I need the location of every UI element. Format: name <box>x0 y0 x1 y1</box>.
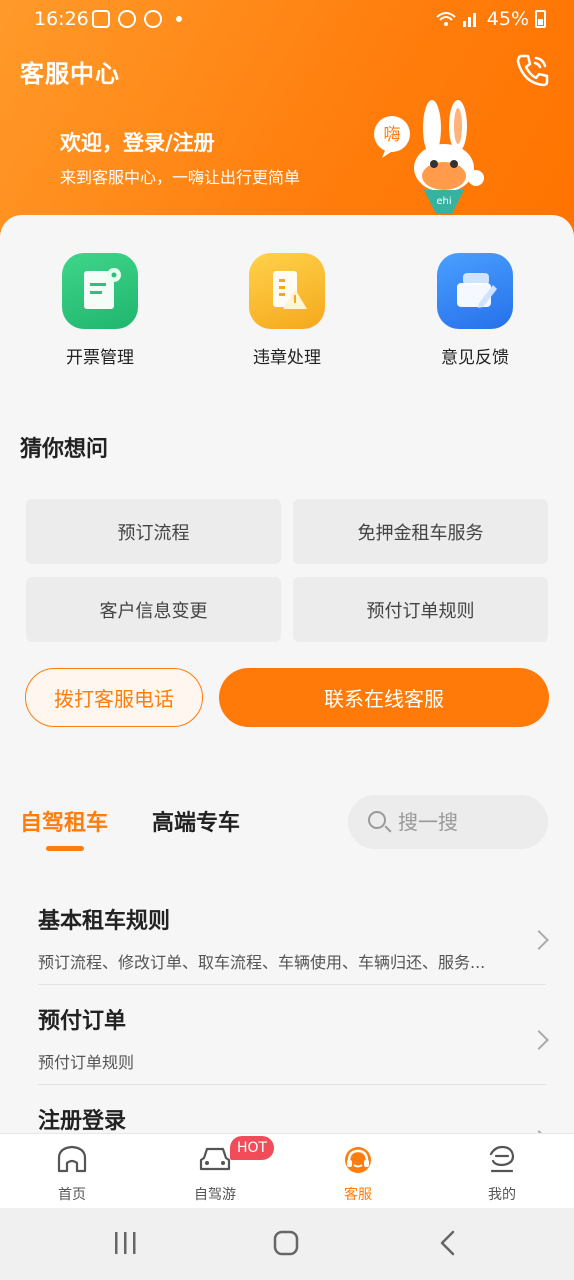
online-service-button[interactable]: 联系在线客服 <box>219 668 549 727</box>
tab-self-drive[interactable]: 自驾租车 <box>20 805 108 837</box>
question-card[interactable]: 预付订单规则 <box>293 577 548 642</box>
divider <box>38 984 546 985</box>
wifi-signal-icon <box>436 12 476 27</box>
rabbit-mascot-icon: 嗨 ehi <box>374 100 484 214</box>
call-service-button[interactable]: 拨打客服电话 <box>25 668 203 727</box>
hot-badge: HOT <box>230 1136 274 1160</box>
back-icon <box>440 1230 455 1256</box>
faq-title: 注册登录 <box>38 1109 127 1133</box>
status-time: 16:26 <box>34 8 89 30</box>
question-card[interactable]: 免押金租车服务 <box>293 499 548 564</box>
notification-dot-icon <box>176 16 182 22</box>
tab-home-label: 首页 <box>58 1187 86 1203</box>
tab-premium-car[interactable]: 高端专车 <box>152 805 240 837</box>
welcome-subtitle: 来到客服中心，一嗨让出行更简单 <box>60 168 301 187</box>
tab-profile[interactable]: 我的 <box>452 1134 552 1209</box>
shield-icon <box>118 10 136 28</box>
search-icon <box>368 811 386 829</box>
question-card[interactable]: 预订流程 <box>26 499 281 564</box>
feedback-icon <box>437 253 513 329</box>
faq-title: 基本租车规则 <box>38 909 171 934</box>
violation-handling-label: 违章处理 <box>253 348 321 368</box>
tab-customer-service-label: 客服 <box>344 1187 372 1203</box>
status-right: 45% <box>435 8 546 30</box>
status-bar: 16:26 45% <box>0 0 574 40</box>
bottom-tab-bar: 首页 自驾游 客服 我的 <box>0 1133 574 1208</box>
page-title: 客服中心 <box>20 60 120 88</box>
question-card[interactable]: 客户信息变更 <box>26 577 281 642</box>
home-nav-button[interactable] <box>266 1226 306 1262</box>
phone-call-button[interactable] <box>512 50 552 90</box>
faq-item[interactable]: 预付订单 预付订单规则 <box>38 1003 549 1073</box>
phone-icon <box>516 54 549 87</box>
sync-icon <box>144 10 162 28</box>
status-icons <box>92 10 182 28</box>
faq-item[interactable]: 基本租车规则 预订流程、修改订单、取车流程、车辆使用、车辆归还、服务... <box>38 903 549 973</box>
login-register-link[interactable]: 欢迎，登录/注册 <box>60 127 215 157</box>
faq-title: 预付订单 <box>38 1009 127 1034</box>
divider <box>38 1084 546 1085</box>
search-box[interactable] <box>348 795 548 849</box>
guess-section-title: 猜你想问 <box>20 437 109 462</box>
header-banner: 16:26 45% 客服中心 欢迎，登录/注册 来到客服中心，一嗨让出行更简单 … <box>0 0 574 250</box>
active-tab-indicator <box>46 846 84 851</box>
invoice-management-label: 开票管理 <box>66 348 134 368</box>
battery-percent: 45% <box>486 8 529 30</box>
recent-apps-button[interactable] <box>106 1226 146 1262</box>
violation-handling-button[interactable]: 违章处理 <box>227 253 347 368</box>
car-icon <box>199 1147 231 1171</box>
tab-customer-service[interactable]: 客服 <box>308 1134 408 1209</box>
system-nav-bar <box>0 1208 574 1280</box>
svg-text:ehi: ehi <box>436 196 451 207</box>
invoice-icon <box>62 253 138 329</box>
feedback-button[interactable]: 意见反馈 <box>415 253 535 368</box>
faq-item[interactable]: 注册登录 <box>38 1103 546 1133</box>
faq-description: 预付订单规则 <box>38 1053 135 1072</box>
violation-icon <box>249 253 325 329</box>
back-nav-button[interactable] <box>428 1226 468 1262</box>
recent-apps-icon <box>115 1232 136 1254</box>
tab-profile-label: 我的 <box>488 1187 516 1203</box>
home-circle-icon <box>273 1230 299 1256</box>
home-icon <box>57 1145 87 1173</box>
battery-icon <box>535 10 546 28</box>
faq-description: 预订流程、修改订单、取车流程、车辆使用、车辆归还、服务... <box>38 953 486 972</box>
tab-home[interactable]: 首页 <box>22 1134 122 1209</box>
svg-text:嗨: 嗨 <box>384 125 401 145</box>
gallery-icon <box>92 10 110 28</box>
invoice-management-button[interactable]: 开票管理 <box>40 253 160 368</box>
tab-self-drive-tour-label: 自驾游 <box>194 1187 236 1203</box>
search-input[interactable] <box>398 807 538 837</box>
feedback-label: 意见反馈 <box>441 348 509 368</box>
headset-icon <box>345 1147 371 1173</box>
profile-icon <box>489 1145 515 1173</box>
